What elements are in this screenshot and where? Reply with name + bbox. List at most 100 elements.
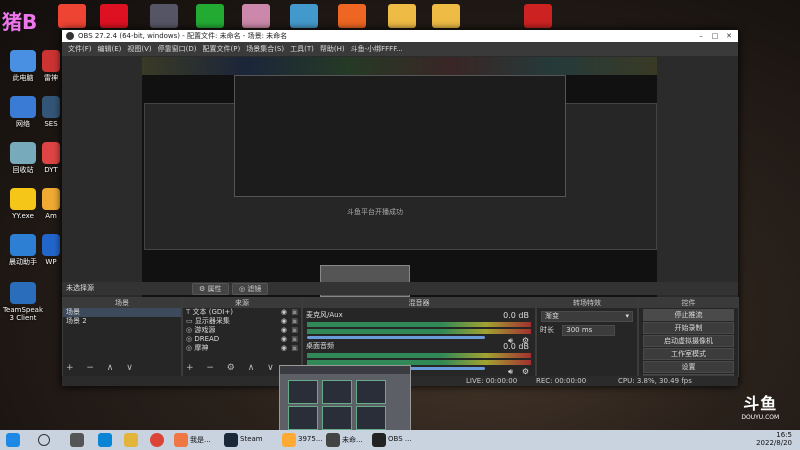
close-icon[interactable]: ✕ [722, 30, 736, 42]
filters-button[interactable]: ◎ 滤镜 [232, 283, 269, 295]
mixer-tracks: 麦克风/Aux 0.0 dB 🔊︎ ⚙ 桌面音频 0.0 dB 🔊︎ ⚙ [303, 311, 535, 376]
source-name: DREAD [194, 335, 220, 343]
taskbar-app-icon[interactable] [372, 433, 386, 447]
obs-window[interactable]: OBS 27.2.4 (64-bit, windows) - 配置文件: 未命名… [62, 30, 739, 386]
desktop-icon-image [10, 142, 36, 164]
desktop-icon[interactable]: TeamSpeak 3 Client [0, 282, 46, 322]
desktop-top-icon[interactable] [524, 4, 552, 28]
control-button-2[interactable]: 启动虚拟摄像机 [643, 335, 734, 347]
source-item[interactable]: ◎ 摩神 ◉ ▣ [183, 344, 301, 353]
floating-window-titlebar[interactable] [280, 366, 410, 374]
desktop-icon[interactable]: DYT [40, 142, 62, 174]
desktop-top-icon[interactable] [388, 4, 416, 28]
desktop-top-icon[interactable] [242, 4, 270, 28]
menu-item[interactable]: 配置文件(P) [203, 42, 241, 56]
transition-select[interactable]: 渐变 ▾ [541, 311, 633, 322]
eye-icon[interactable]: ◉ [281, 344, 287, 353]
source-name: 摩神 [194, 344, 209, 352]
source-item[interactable]: ◎ DREAD ◉ ▣ [183, 335, 301, 344]
menu-item[interactable]: 停靠窗口(D) [158, 42, 197, 56]
desktop-icon-image [10, 234, 36, 256]
duration-input[interactable]: 300 ms [562, 325, 616, 336]
desktop-top-icon[interactable] [150, 4, 178, 28]
eye-icon[interactable]: ◉ [281, 317, 287, 326]
controls-dock: 控件 停止推流开始录制启动虚拟摄像机工作室模式设置退出 [638, 297, 739, 386]
desktop-top-icon[interactable] [58, 4, 86, 28]
windows-start-icon[interactable] [6, 433, 20, 447]
source-item[interactable]: ◎ 游戏源 ◉ ▣ [183, 326, 301, 335]
scene-item[interactable]: 场景 [63, 308, 181, 317]
volume-slider[interactable] [307, 336, 485, 339]
desktop-icon[interactable]: WP [40, 234, 62, 266]
task-view-icon[interactable] [70, 433, 84, 447]
menu-item[interactable]: 视图(V) [127, 42, 151, 56]
taskbar-app-label[interactable]: Steam [240, 435, 263, 443]
desktop-top-icon[interactable] [196, 4, 224, 28]
taskbar-app-icon[interactable] [282, 433, 296, 447]
transition-duration: 时长 300 ms [537, 325, 637, 336]
taskbar-app-icon[interactable] [224, 433, 238, 447]
thumbnail-card [322, 380, 352, 404]
desktop-icon-image [42, 234, 60, 256]
desktop-icon[interactable]: SES [40, 96, 62, 128]
menu-item[interactable]: 场景集合(S) [246, 42, 284, 56]
lock-icon[interactable]: ▣ [291, 335, 298, 344]
minimize-icon[interactable]: – [694, 30, 708, 42]
source-item[interactable]: T 文本 (GDI+) ◉ ▣ [183, 308, 301, 317]
desktop-top-icon[interactable] [338, 4, 366, 28]
nested-preview-2 [234, 75, 566, 197]
taskbar: 我是... Steam 3975... 未命... OBS ... 16:5 2022/… [0, 430, 800, 450]
taskbar-app-icon[interactable] [174, 433, 188, 447]
lock-icon[interactable]: ▣ [291, 317, 298, 326]
desktop-top-icon[interactable] [432, 4, 460, 28]
menu-item[interactable]: 帮助(H) [320, 42, 345, 56]
title-bar[interactable]: OBS 27.2.4 (64-bit, windows) - 配置文件: 未命名… [62, 30, 738, 42]
floating-preview-window[interactable] [279, 365, 411, 435]
taskbar-app-label[interactable]: 我是... [190, 435, 211, 445]
lock-icon[interactable]: ▣ [291, 308, 298, 317]
preview-canvas[interactable]: 斗鱼平台开播成功 斗鱼 [142, 57, 657, 307]
maximize-icon[interactable]: □ [708, 30, 722, 42]
menu-item[interactable]: 工具(T) [290, 42, 314, 56]
controls-title: 控件 [639, 298, 738, 308]
desktop-top-icon[interactable] [100, 4, 128, 28]
system-clock[interactable]: 16:5 2022/8/20 [756, 431, 792, 447]
mixer-track-name: 桌面音频 [306, 342, 334, 350]
desktop-icon-image [42, 142, 60, 164]
taskbar-app-label[interactable]: OBS ... [388, 435, 412, 443]
live-status: LIVE: 00:00:00 [466, 377, 518, 385]
eye-icon[interactable]: ◉ [281, 326, 287, 335]
taskbar-app-icon[interactable] [326, 433, 340, 447]
gear-icon[interactable]: ⚙ [522, 367, 529, 376]
file-explorer-icon[interactable] [124, 433, 138, 447]
eye-icon[interactable]: ◉ [281, 335, 287, 344]
taskbar-app-label[interactable]: 3975... [298, 435, 323, 443]
properties-button[interactable]: ⚙ 属性 [192, 283, 229, 295]
eye-icon[interactable]: ◉ [281, 308, 287, 317]
source-item[interactable]: ▭ 显示器采集 ◉ ▣ [183, 317, 301, 326]
control-button-0[interactable]: 停止推流 [643, 309, 734, 321]
desktop-icon[interactable]: Am [40, 188, 62, 220]
source-name: 显示器采集 [194, 317, 230, 325]
source-name: 文本 (GDI+) [192, 308, 233, 316]
desktop-top-icon[interactable] [290, 4, 318, 28]
lock-icon[interactable]: ▣ [291, 326, 298, 335]
desktop-icon[interactable]: 雷神 [40, 50, 62, 82]
lock-icon[interactable]: ▣ [291, 344, 298, 353]
menu-item[interactable]: 文件(F) [68, 42, 92, 56]
menu-item[interactable]: 斗鱼-小绑FFFF... [351, 42, 403, 56]
scene-item[interactable]: 场景 2 [63, 317, 181, 326]
scene-toolbar[interactable]: + − ∧ ∨ [66, 363, 138, 373]
control-button-4[interactable]: 设置 [643, 361, 734, 373]
chrome-icon[interactable] [150, 433, 164, 447]
control-button-3[interactable]: 工作室模式 [643, 348, 734, 360]
source-toolbar-buttons[interactable]: + − ⚙ ∧ ∨ [186, 363, 279, 373]
desktop-icon-label: SES [44, 120, 58, 128]
edge-icon[interactable] [98, 433, 112, 447]
taskbar-app-label[interactable]: 未命... [342, 435, 363, 445]
desktop-icon-image [42, 96, 60, 118]
search-icon[interactable] [38, 434, 50, 446]
menu-item[interactable]: 编辑(E) [98, 42, 122, 56]
desktop-icon-label: Am [45, 212, 57, 220]
control-button-1[interactable]: 开始录制 [643, 322, 734, 334]
